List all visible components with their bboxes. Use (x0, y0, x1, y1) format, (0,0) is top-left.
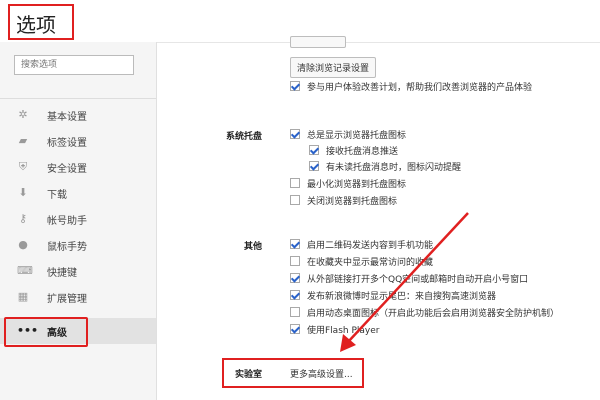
arrow-shaft (347, 212, 469, 343)
annotation-arrow (340, 212, 469, 352)
